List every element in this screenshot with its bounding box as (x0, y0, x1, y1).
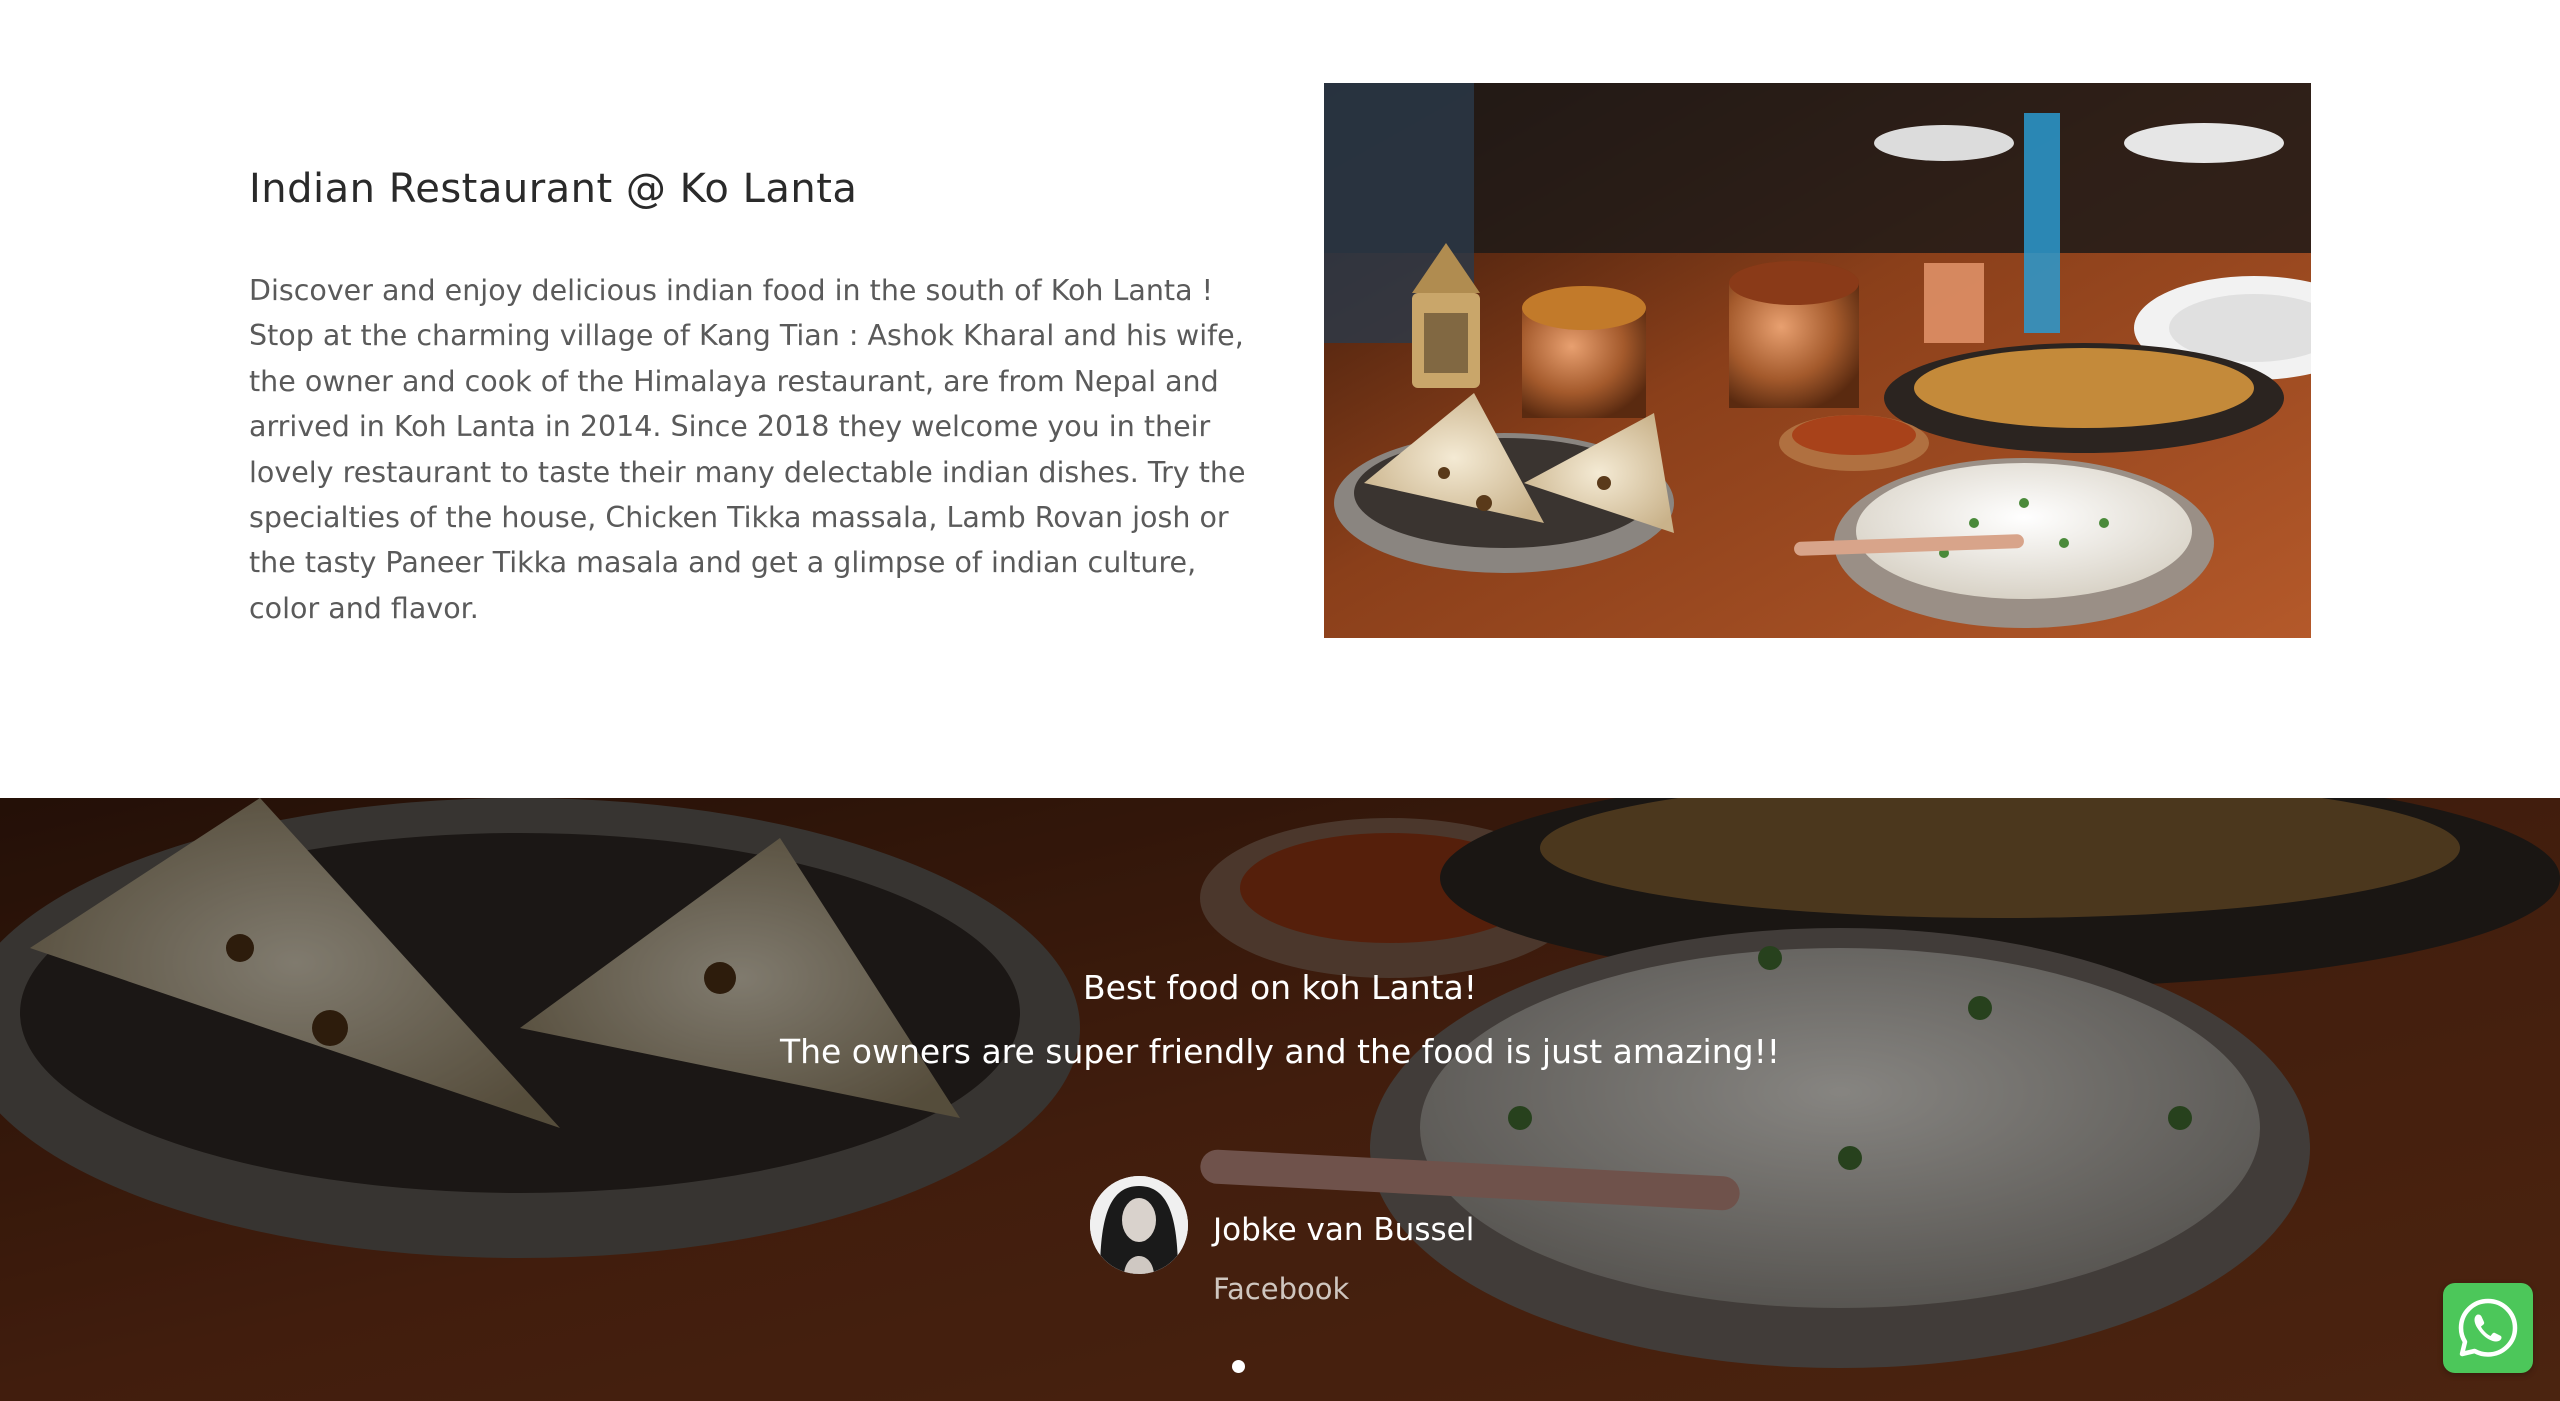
testimonial-quote-line-1: Best food on koh Lanta! (1082, 968, 1478, 1007)
whatsapp-chat-button[interactable] (2443, 1283, 2533, 1373)
restaurant-description: Discover and enjoy delicious indian food… (249, 274, 1246, 625)
author-name: Jobke van Bussel (1213, 1212, 1475, 1248)
testimonial-quote-line-2: The owners are super friendly and the fo… (779, 1032, 1781, 1071)
testimonial-background-photo (0, 798, 2560, 1401)
indian-food-photo (1324, 83, 2311, 638)
author-avatar (1090, 1176, 1188, 1274)
section-title: Indian Restaurant @ Ko Lanta (249, 166, 858, 212)
whatsapp-icon (2458, 1298, 2518, 1357)
slider-dot-active[interactable] (1232, 1360, 1245, 1373)
about-section: Indian Restaurant @ Ko Lanta Discover an… (0, 0, 2560, 798)
author-source: Facebook (1213, 1272, 1350, 1306)
testimonial-section: Best food on koh Lanta! The owners are s… (0, 798, 2560, 1401)
